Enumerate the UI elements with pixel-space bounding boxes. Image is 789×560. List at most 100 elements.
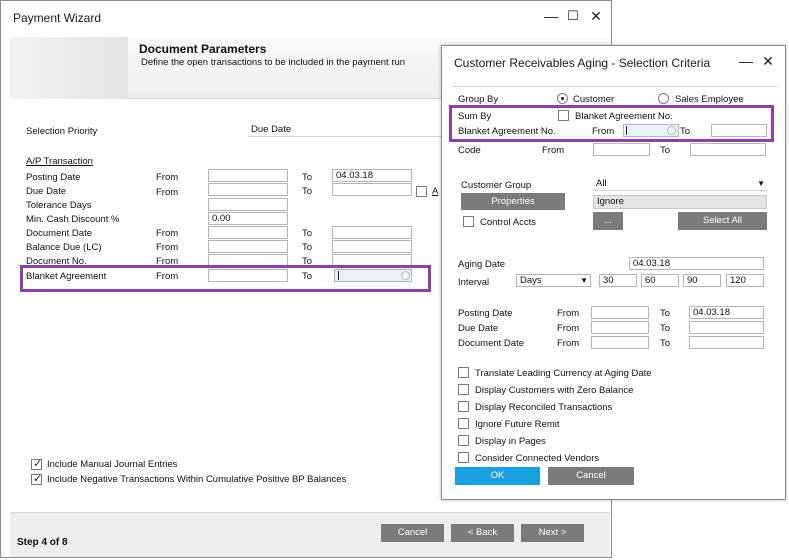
aging-document-to-input[interactable] (689, 336, 764, 349)
option-label: Translate Leading Currency at Aging Date (475, 368, 652, 379)
blanket-to-input[interactable] (711, 124, 767, 137)
due-date-from-input[interactable] (208, 183, 288, 196)
page-subtitle: Define the open transactions to be inclu… (141, 57, 406, 68)
aging-due-from-input[interactable] (591, 321, 649, 334)
posting-date-from-input[interactable] (208, 169, 288, 182)
min-cash-discount-input[interactable]: 0.00 (208, 212, 288, 225)
posting-date-to-label: To (302, 172, 313, 183)
calendar-icon[interactable] (667, 126, 676, 135)
option-checkbox[interactable] (458, 384, 469, 395)
include-manual-checkbox[interactable] (31, 457, 42, 470)
chevron-down-icon[interactable]: ▼ (580, 275, 588, 286)
next-button[interactable]: Next > (521, 524, 584, 542)
text-cursor (338, 271, 339, 280)
minimize-icon[interactable]: — (737, 52, 755, 70)
document-date-from-input[interactable] (208, 226, 288, 239)
posting-date-to-input[interactable]: 04.03.18 (332, 169, 412, 182)
close-icon[interactable]: ✕ (587, 7, 605, 25)
calendar-icon[interactable] (401, 271, 410, 280)
interval-3-input[interactable]: 90 (683, 274, 721, 287)
document-date-to-input[interactable] (332, 226, 412, 239)
customer-radio-label: Customer (573, 94, 615, 105)
include-manual-label: Include Manual Journal Entries (47, 459, 178, 470)
min-cash-discount-label: Min. Cash Discount % (26, 214, 120, 225)
ok-button[interactable]: OK (455, 467, 540, 485)
blanket-agreement-to-input[interactable] (334, 269, 412, 282)
aging-due-to-label: To (660, 323, 671, 334)
due-date-to-label: To (302, 186, 313, 197)
customer-group-select[interactable]: All ▼ (593, 178, 767, 191)
back-button[interactable]: < Back (451, 524, 514, 542)
posting-date-to-value: 04.03.18 (336, 170, 373, 181)
option-checkbox[interactable] (458, 452, 469, 463)
sales-employee-radio[interactable] (658, 93, 669, 104)
aging-posting-to-input[interactable]: 04.03.18 (689, 306, 764, 319)
option-checkbox[interactable] (458, 401, 469, 412)
tolerance-days-input[interactable] (208, 198, 288, 211)
control-accts-label: Control Accts (480, 217, 536, 228)
minimize-icon[interactable]: — (542, 7, 560, 25)
control-accts-checkbox[interactable] (463, 216, 474, 227)
due-date-label: Due Date (26, 186, 67, 197)
option-label: Display in Pages (475, 436, 546, 447)
sales-employee-radio-label: Sales Employee (675, 94, 744, 105)
blanket-agreement-from-input[interactable] (208, 269, 288, 282)
interval-4-input[interactable]: 120 (726, 274, 764, 287)
due-date-extra-label: A (432, 186, 439, 197)
properties-ignore-value: Ignore (597, 196, 624, 207)
blanket-agreement-label: Blanket Agreement (26, 271, 107, 282)
aging-date-value: 04.03.18 (633, 258, 670, 269)
aging-due-to-input[interactable] (689, 321, 764, 334)
option-checkbox[interactable] (458, 418, 469, 429)
include-negative-label: Include Negative Transactions Within Cum… (47, 474, 347, 485)
payment-wizard-titlebar: Payment Wizard — ☐ ✕ (1, 1, 611, 33)
interval-label: Interval (458, 277, 490, 288)
properties-ignore-field: Ignore (593, 195, 767, 209)
blanket-from-label: From (592, 126, 615, 137)
code-from-label: From (542, 145, 565, 156)
include-negative-checkbox[interactable] (31, 472, 42, 485)
code-to-input[interactable] (690, 143, 766, 156)
interval-1-input[interactable]: 30 (599, 274, 637, 287)
interval-2-input[interactable]: 60 (641, 274, 679, 287)
blanket-agreement-from-label: From (156, 271, 179, 282)
interval-value: Days (520, 275, 542, 286)
interval-2-value: 60 (645, 275, 656, 286)
chevron-down-icon[interactable]: ▼ (757, 178, 765, 189)
selection-priority-select[interactable]: Due Date (248, 124, 448, 137)
blanket-from-input[interactable] (623, 124, 679, 137)
interval-1-value: 30 (603, 275, 614, 286)
maximize-icon[interactable]: ☐ (564, 7, 582, 25)
select-all-button[interactable]: Select All (678, 212, 767, 230)
aging-posting-to-label: To (660, 308, 671, 319)
interval-select[interactable]: Days ▼ (516, 274, 591, 287)
close-icon[interactable]: ✕ (759, 52, 777, 70)
aging-window-title: Customer Receivables Aging - Selection C… (454, 56, 711, 70)
page-title: Document Parameters (139, 42, 267, 56)
aging-date-input[interactable]: 04.03.18 (629, 257, 764, 270)
option-label: Ignore Future Remit (475, 419, 560, 430)
option-checkbox[interactable] (458, 367, 469, 378)
balance-due-from-input[interactable] (208, 240, 288, 253)
code-from-input[interactable] (593, 143, 650, 156)
wizard-cancel-button[interactable]: Cancel (381, 524, 444, 542)
balance-due-to-input[interactable] (332, 240, 412, 253)
interval-4-value: 120 (730, 275, 746, 286)
due-date-to-input[interactable] (332, 183, 412, 196)
properties-button[interactable]: Properties (461, 193, 565, 210)
option-label: Display Customers with Zero Balance (475, 385, 634, 396)
aging-date-label: Aging Date (458, 259, 506, 270)
control-accts-ellipsis-button[interactable]: ... (593, 212, 623, 230)
document-date-from-label: From (156, 228, 179, 239)
option-checkbox[interactable] (458, 435, 469, 446)
selection-priority-value: Due Date (251, 124, 292, 135)
customer-radio[interactable] (557, 93, 568, 104)
aging-posting-from-input[interactable] (591, 306, 649, 319)
aging-due-date-label: Due Date (458, 323, 499, 334)
selection-priority-label: Selection Priority (26, 126, 98, 137)
due-date-extra-checkbox[interactable] (416, 186, 427, 197)
blanket-to-label: To (680, 126, 691, 137)
aging-cancel-button[interactable]: Cancel (548, 467, 634, 485)
blanket-agreement-no-checkbox[interactable] (558, 110, 569, 121)
aging-document-from-input[interactable] (591, 336, 649, 349)
